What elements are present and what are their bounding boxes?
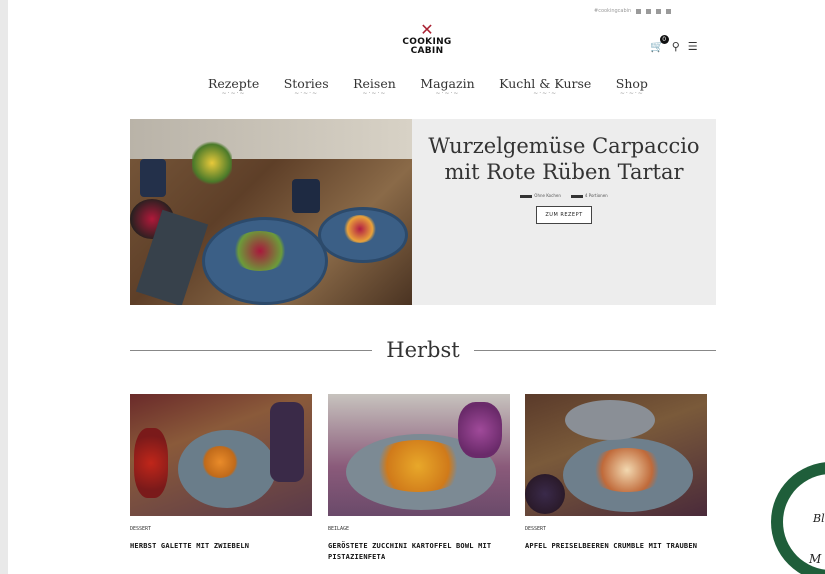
hero-image[interactable] (130, 119, 412, 305)
divider-right (473, 349, 717, 351)
recipe-card[interactable]: DESSERT HERBST GALETTE MIT ZWIEBELN (130, 394, 312, 552)
recipe-category: BEILAGE (328, 526, 350, 532)
recipe-card[interactable]: BEILAGE GERÖSTETE ZUCCHINI KARTOFFEL BOW… (328, 394, 510, 563)
search-icon[interactable]: ⚲ (672, 40, 680, 53)
section-title: Herbst (386, 338, 460, 362)
recipe-image[interactable] (525, 394, 707, 516)
recipe-image[interactable] (130, 394, 312, 516)
nav-label: Rezepte (208, 76, 260, 91)
nav-label: Shop (615, 76, 648, 91)
nav-item-reisen[interactable]: Reisen ~·~·~ (353, 76, 396, 97)
crossed-spoons-icon: ✕ (420, 20, 434, 39)
zum-rezept-button[interactable]: ZUM REZEPT (536, 206, 592, 224)
instagram-icon[interactable] (646, 8, 652, 14)
hero-panel: Wurzelgemüse Carpaccio mit Rote Rüben Ta… (412, 119, 716, 305)
nav-item-rezepte[interactable]: Rezepte ~·~·~ (208, 76, 259, 97)
menu-icon[interactable]: ☰ (688, 40, 698, 53)
nav-ornament: ~·~·~ (362, 90, 387, 97)
recipe-category: DESSERT (130, 526, 152, 532)
page: #cookingcabin ✕ COOKING CABIN 🛒 0 ⚲ ☰ Rez… (8, 0, 825, 574)
recipe-card[interactable]: DESSERT APFEL PREISELBEEREN CRUMBLE MIT … (525, 394, 707, 552)
nav-ornament: ~·~·~ (533, 90, 558, 97)
seal-text-line1: Bl (813, 512, 825, 525)
cart-icon[interactable]: 🛒 0 (650, 35, 669, 53)
nav-label: Reisen (353, 76, 396, 91)
nav-ornament: ~·~·~ (221, 90, 246, 97)
section-header: Herbst (130, 336, 717, 364)
recipe-image[interactable] (328, 394, 510, 516)
nav-ornament: ~·~·~ (294, 90, 319, 97)
nav-item-stories[interactable]: Stories ~·~·~ (284, 76, 329, 97)
hero-title[interactable]: Wurzelgemüse Carpaccio mit Rote Rüben Ta… (412, 133, 716, 185)
nav-item-magazin[interactable]: Magazin ~·~·~ (420, 76, 474, 97)
youtube-icon[interactable] (666, 8, 672, 14)
prep-time: Ohne Kochen (520, 193, 561, 198)
logo-line2: CABIN (410, 46, 444, 56)
recipe-title[interactable]: APFEL PREISELBEEREN CRUMBLE MIT TRAUBEN (525, 541, 707, 552)
facebook-icon[interactable] (636, 8, 642, 14)
recipe-title[interactable]: HERBST GALETTE MIT ZWIEBELN (130, 541, 312, 552)
award-seal: Bl M (771, 462, 825, 574)
nav-ornament: ~·~·~ (435, 90, 460, 97)
divider-left (130, 349, 373, 351)
nav-item-kuchl-kurse[interactable]: Kuchl & Kurse ~·~·~ (499, 76, 591, 97)
pinterest-icon[interactable] (656, 8, 662, 14)
nav-label: Stories (283, 76, 329, 91)
clock-icon (520, 194, 533, 198)
site-logo[interactable]: ✕ COOKING CABIN (395, 22, 459, 70)
cart-badge: 0 (659, 35, 669, 44)
portions: 4 Portionen (570, 193, 608, 198)
portion-icon (570, 194, 583, 198)
main-nav: Rezepte ~·~·~ Stories ~·~·~ Reisen ~·~·~ Ma… (208, 76, 648, 97)
recipe-category: DESSERT (525, 526, 547, 532)
hashtag-text[interactable]: #cookingcabin (594, 8, 631, 14)
nav-ornament: ~·~·~ (619, 90, 644, 97)
nav-label: Kuchl & Kurse (499, 76, 592, 91)
nav-item-shop[interactable]: Shop ~·~·~ (616, 76, 648, 97)
utility-bar: #cookingcabin (594, 8, 672, 14)
hero-meta: Ohne Kochen 4 Portionen (412, 193, 716, 198)
header-icons: 🛒 0 ⚲ ☰ (650, 35, 698, 53)
nav-label: Magazin (420, 76, 475, 91)
seal-text-line2: M (809, 552, 822, 566)
recipe-title[interactable]: GERÖSTETE ZUCCHINI KARTOFFEL BOWL MIT PI… (328, 541, 510, 563)
